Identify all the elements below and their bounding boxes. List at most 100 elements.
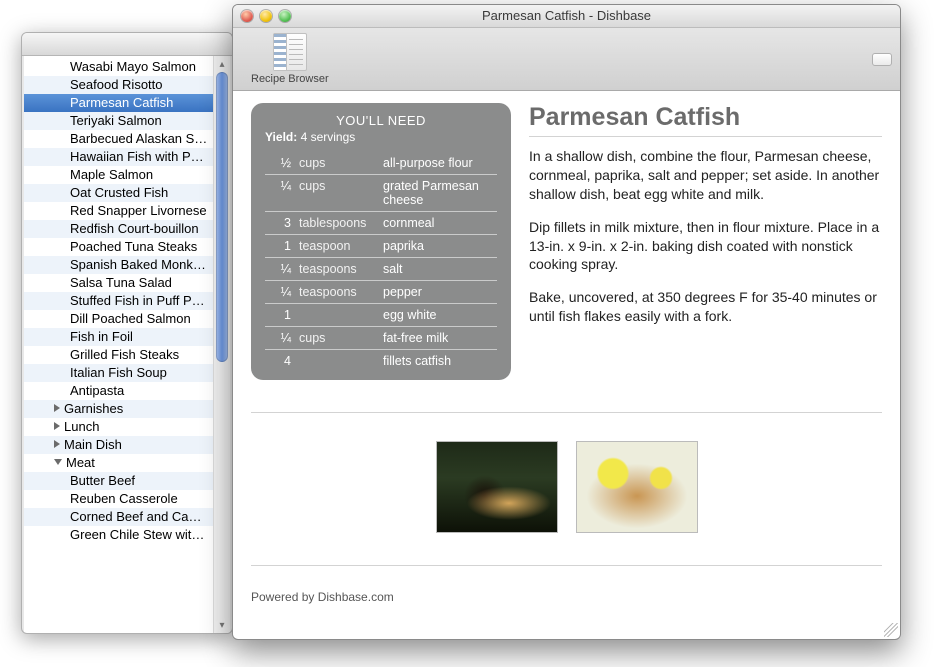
sidebar-window: Wasabi Mayo Salmon Seafood Risotto Parmesa…: [21, 32, 233, 634]
ingredient-row: 3tablespoonscornmeal: [265, 212, 497, 235]
ingredient-unit: [295, 304, 379, 327]
scrollbar[interactable]: ▴ ▾: [213, 56, 230, 633]
powered-by: Powered by Dishbase.com: [251, 590, 882, 604]
sidebar-item[interactable]: Fish in Foil: [24, 328, 230, 346]
resize-grip[interactable]: [884, 623, 898, 637]
window-titlebar: Parmesan Catfish - Dishbase: [233, 5, 900, 28]
ingredient-unit: [295, 350, 379, 373]
sidebar-item[interactable]: Stuffed Fish in Puff P…: [24, 292, 230, 310]
sidebar-item[interactable]: Teriyaki Salmon: [24, 112, 230, 130]
sidebar-item[interactable]: Poached Tuna Steaks: [24, 238, 230, 256]
sidebar-item[interactable]: Oat Crusted Fish: [24, 184, 230, 202]
chevron-right-icon: [54, 422, 60, 430]
recipe-photo[interactable]: [436, 441, 558, 533]
yield-value: 4 servings: [301, 130, 356, 144]
ingredient-amount: 4: [265, 350, 295, 373]
ingredient-amount: 1: [265, 235, 295, 258]
sidebar-item-label: Fish in Foil: [70, 329, 133, 344]
sidebar-item[interactable]: Butter Beef: [24, 472, 230, 490]
window-title: Parmesan Catfish - Dishbase: [482, 8, 651, 23]
sidebar-item[interactable]: Redfish Court-bouillon: [24, 220, 230, 238]
ingredient-amount: ¼: [265, 258, 295, 281]
ingredient-name: pepper: [379, 281, 497, 304]
ingredient-row: ¼cupsgrated Parmesan cheese: [265, 175, 497, 212]
instructions-column: Parmesan Catfish In a shallow dish, comb…: [529, 103, 882, 380]
sidebar-item-label: Salsa Tuna Salad: [70, 275, 172, 290]
sidebar-item-label: Butter Beef: [70, 473, 135, 488]
ingredient-name: salt: [379, 258, 497, 281]
sidebar-item-label: Reuben Casserole: [70, 491, 178, 506]
yield-line: Yield: 4 servings: [265, 130, 497, 144]
close-button[interactable]: [241, 10, 253, 22]
ingredient-unit: cups: [295, 327, 379, 350]
sidebar-item-label: Spanish Baked Monk…: [70, 257, 206, 272]
sidebar-item[interactable]: Spanish Baked Monk…: [24, 256, 230, 274]
sidebar-item[interactable]: Wasabi Mayo Salmon: [24, 58, 230, 76]
recipe-window: Parmesan Catfish - Dishbase Recipe Brows…: [232, 4, 901, 640]
sidebar-item[interactable]: Red Snapper Livornese: [24, 202, 230, 220]
ingredients-table: ½cupsall-purpose flour¼cupsgrated Parmes…: [265, 152, 497, 372]
sidebar-item[interactable]: Grilled Fish Steaks: [24, 346, 230, 364]
ingredient-name: all-purpose flour: [379, 152, 497, 175]
scroll-down-icon[interactable]: ▾: [214, 617, 230, 633]
sidebar-item-label: Teriyaki Salmon: [70, 113, 162, 128]
instruction-step: In a shallow dish, combine the flour, Pa…: [529, 147, 882, 204]
ingredient-unit: teaspoons: [295, 281, 379, 304]
sidebar-item[interactable]: Antipasta: [24, 382, 230, 400]
sidebar-item-label: Corned Beef and Ca…: [70, 509, 202, 524]
ingredient-row: 1teaspoonpaprika: [265, 235, 497, 258]
ingredient-unit: cups: [295, 175, 379, 212]
sidebar-item[interactable]: Salsa Tuna Salad: [24, 274, 230, 292]
sidebar-titlebar: [22, 33, 232, 56]
sidebar-item[interactable]: Green Chile Stew wit…: [24, 526, 230, 544]
sidebar-category[interactable]: Lunch: [24, 418, 230, 436]
divider: [251, 412, 882, 413]
sidebar-item-label: Oat Crusted Fish: [70, 185, 168, 200]
recipe-browser-button[interactable]: Recipe Browser: [245, 31, 335, 87]
recipe-photo[interactable]: [576, 441, 698, 533]
ingredient-amount: ¼: [265, 327, 295, 350]
sidebar-item[interactable]: Reuben Casserole: [24, 490, 230, 508]
sidebar-item-label: Maple Salmon: [70, 167, 153, 182]
ingredient-amount: ¼: [265, 175, 295, 212]
ingredient-row: ½cupsall-purpose flour: [265, 152, 497, 175]
sidebar-item-label: Green Chile Stew wit…: [70, 527, 204, 542]
sidebar-item[interactable]: Italian Fish Soup: [24, 364, 230, 382]
sidebar-category[interactable]: Meat: [24, 454, 230, 472]
scroll-thumb[interactable]: [216, 72, 228, 362]
recipe-browser-label: Recipe Browser: [251, 73, 329, 85]
ingredient-amount: 1: [265, 304, 295, 327]
recipe-browser-icon: [273, 33, 307, 71]
sidebar-item-label: Seafood Risotto: [70, 77, 163, 92]
zoom-button[interactable]: [279, 10, 291, 22]
sidebar-item[interactable]: Corned Beef and Ca…: [24, 508, 230, 526]
ingredients-title: YOU'LL NEED: [265, 113, 497, 128]
ingredient-name: fillets catfish: [379, 350, 497, 373]
sidebar-item-label: Barbecued Alaskan S…: [70, 131, 207, 146]
sidebar-item-label: Wasabi Mayo Salmon: [70, 59, 196, 74]
scroll-up-icon[interactable]: ▴: [214, 56, 230, 72]
ingredient-unit: teaspoon: [295, 235, 379, 258]
sidebar-item-label: Antipasta: [70, 383, 124, 398]
sidebar-item[interactable]: Barbecued Alaskan S…: [24, 130, 230, 148]
ingredient-name: egg white: [379, 304, 497, 327]
sidebar-item-label: Hawaiian Fish with P…: [70, 149, 204, 164]
ingredient-row: 4 fillets catfish: [265, 350, 497, 373]
ingredient-name: fat-free milk: [379, 327, 497, 350]
sidebar-category[interactable]: Garnishes: [24, 400, 230, 418]
toolbar-toggle-button[interactable]: [872, 53, 892, 66]
sidebar-item[interactable]: Hawaiian Fish with P…: [24, 148, 230, 166]
ingredient-name: paprika: [379, 235, 497, 258]
sidebar-item-label: Parmesan Catfish: [70, 95, 173, 110]
sidebar-item[interactable]: Maple Salmon: [24, 166, 230, 184]
sidebar-item-label: Grilled Fish Steaks: [70, 347, 179, 362]
sidebar-item-label: Poached Tuna Steaks: [70, 239, 197, 254]
sidebar-category[interactable]: Main Dish: [24, 436, 230, 454]
sidebar-item[interactable]: Parmesan Catfish: [24, 94, 230, 112]
ingredient-name: cornmeal: [379, 212, 497, 235]
toolbar: Recipe Browser: [233, 28, 900, 91]
ingredient-unit: teaspoons: [295, 258, 379, 281]
minimize-button[interactable]: [260, 10, 272, 22]
sidebar-item[interactable]: Dill Poached Salmon: [24, 310, 230, 328]
sidebar-item[interactable]: Seafood Risotto: [24, 76, 230, 94]
